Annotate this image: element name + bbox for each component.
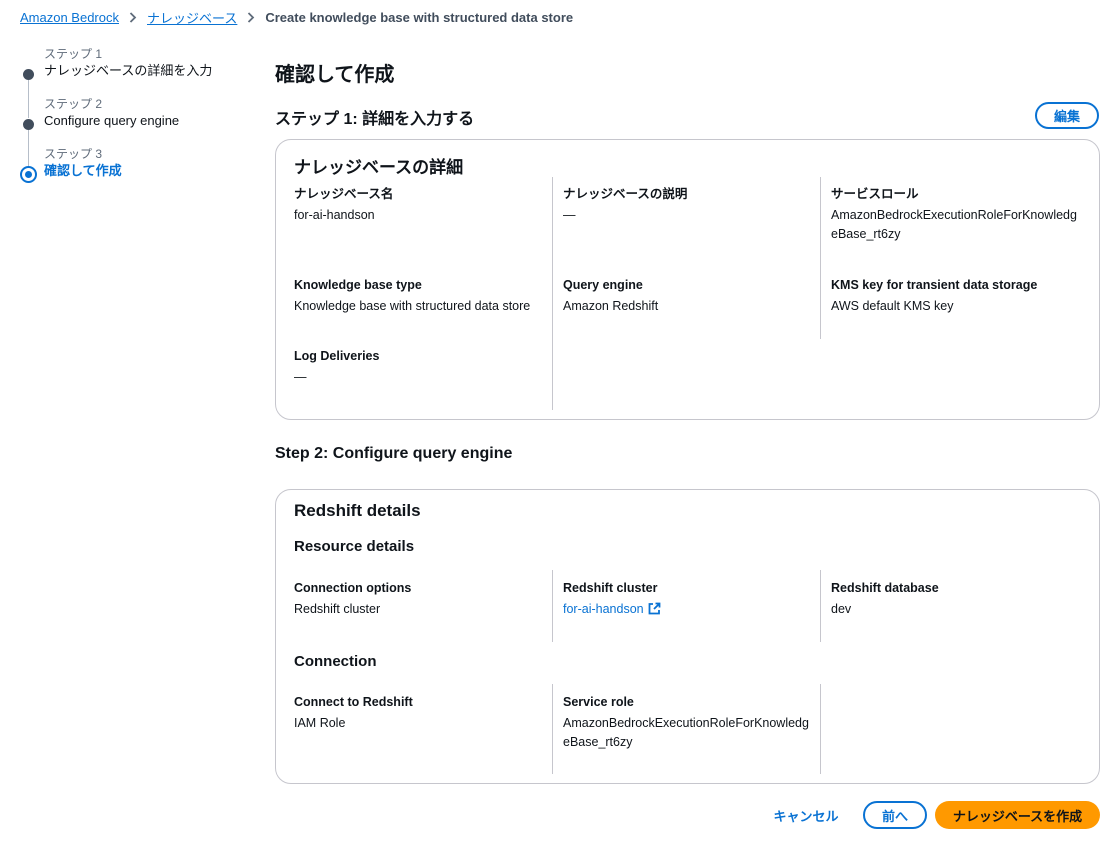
field-connect-to-redshift: Connect to Redshift IAM Role [294,693,544,733]
step-dot-icon [23,119,34,130]
field-redshift-database: Redshift database dev [831,579,1081,619]
field-value: dev [831,602,852,616]
step-1[interactable]: ステップ 1 ナレッジベースの詳細を入力 [20,46,240,118]
edit-button[interactable]: 編集 [1035,102,1099,129]
card-title: ナレッジベースの詳細 [294,158,464,177]
step-title: 確認して作成 [44,163,122,178]
step-title[interactable]: Configure query engine [44,112,240,130]
breadcrumb-current: Create knowledge base with structured da… [265,9,574,25]
field-label: Redshift database [831,581,939,595]
chevron-right-icon [247,11,255,23]
field-label: ナレッジベース名 [294,187,394,201]
field-value: AWS default KMS key [831,299,954,313]
field-label: Redshift cluster [563,581,658,595]
field-query-engine: Query engine Amazon Redshift [563,276,813,316]
field-value: for-ai-handson [294,208,375,222]
step-current-icon [20,166,37,183]
field-value: — [563,208,576,222]
field-kb-name: ナレッジベース名 for-ai-handson [294,185,544,225]
field-value: IAM Role [294,716,346,730]
step-number: ステップ 1 [44,47,103,61]
field-label: Connect to Redshift [294,695,413,709]
field-value: Amazon Redshift [563,299,659,313]
column-divider [552,684,553,774]
field-value: AmazonBedrockExecutionRoleForKnowledgeBa… [563,716,809,749]
field-redshift-cluster: Redshift cluster for-ai-handson [563,579,813,621]
field-log-deliveries: Log Deliveries — [294,347,544,387]
field-value: Knowledge base with structured data stor… [294,299,531,313]
external-link-icon [648,602,661,621]
field-label: ナレッジベースの説明 [563,187,688,201]
step-number: ステップ 3 [44,147,103,161]
link-text: for-ai-handson [563,602,644,616]
field-kms-key: KMS key for transient data storage AWS d… [831,276,1081,316]
step-number: ステップ 2 [44,97,103,111]
column-divider [552,177,553,410]
step-2[interactable]: ステップ 2 Configure query engine [20,96,240,168]
field-label: Connection options [294,581,412,595]
cancel-button[interactable]: キャンセル [770,801,842,829]
field-kb-description: ナレッジベースの説明 — [563,185,813,225]
column-divider [552,570,553,642]
redshift-details-card: Redshift details Resource details Connec… [275,489,1100,784]
breadcrumb-knowledge-base[interactable]: ナレッジベース [147,8,237,27]
wizard-stepper: ステップ 1 ナレッジベースの詳細を入力 ステップ 2 Configure qu… [20,46,240,196]
field-connection-service-role: Service role AmazonBedrockExecutionRoleF… [563,693,813,752]
field-value: AmazonBedrockExecutionRoleForKnowledgeBa… [831,208,1077,241]
create-knowledge-base-button[interactable]: ナレッジベースを作成 [935,801,1100,829]
page-title: 確認して作成 [275,64,395,86]
card-title: Redshift details [294,501,421,520]
column-divider [820,570,821,642]
step-title[interactable]: ナレッジベースの詳細を入力 [44,62,240,80]
column-divider [820,684,821,774]
resource-details-title: Resource details [294,538,415,555]
field-kb-type: Knowledge base type Knowledge base with … [294,276,544,316]
field-label: Log Deliveries [294,349,380,363]
field-label: Service role [563,695,634,709]
redshift-cluster-link[interactable]: for-ai-handson [563,600,813,621]
step1-heading: ステップ 1: 詳細を入力する [275,111,475,128]
column-divider [820,177,821,339]
connection-title: Connection [294,653,377,670]
breadcrumb-amazon-bedrock[interactable]: Amazon Bedrock [20,10,119,25]
previous-button[interactable]: 前へ [863,801,927,829]
field-label: サービスロール [831,187,919,201]
chevron-right-icon [129,11,137,23]
step-dot-icon [23,69,34,80]
field-label: Knowledge base type [294,278,422,292]
field-value: — [294,370,307,384]
breadcrumb: Amazon Bedrock ナレッジベース Create knowledge … [20,8,573,26]
knowledge-base-details-card: ナレッジベースの詳細 ナレッジベース名 for-ai-handson ナレッジベ… [275,139,1100,420]
field-service-role: サービスロール AmazonBedrockExecutionRoleForKno… [831,185,1081,244]
step2-heading: Step 2: Configure query engine [275,445,513,462]
step-3-current: ステップ 3 確認して作成 [20,146,240,196]
field-value: Redshift cluster [294,602,381,616]
field-label: Query engine [563,278,643,292]
field-connection-options: Connection options Redshift cluster [294,579,544,619]
field-label: KMS key for transient data storage [831,278,1038,292]
